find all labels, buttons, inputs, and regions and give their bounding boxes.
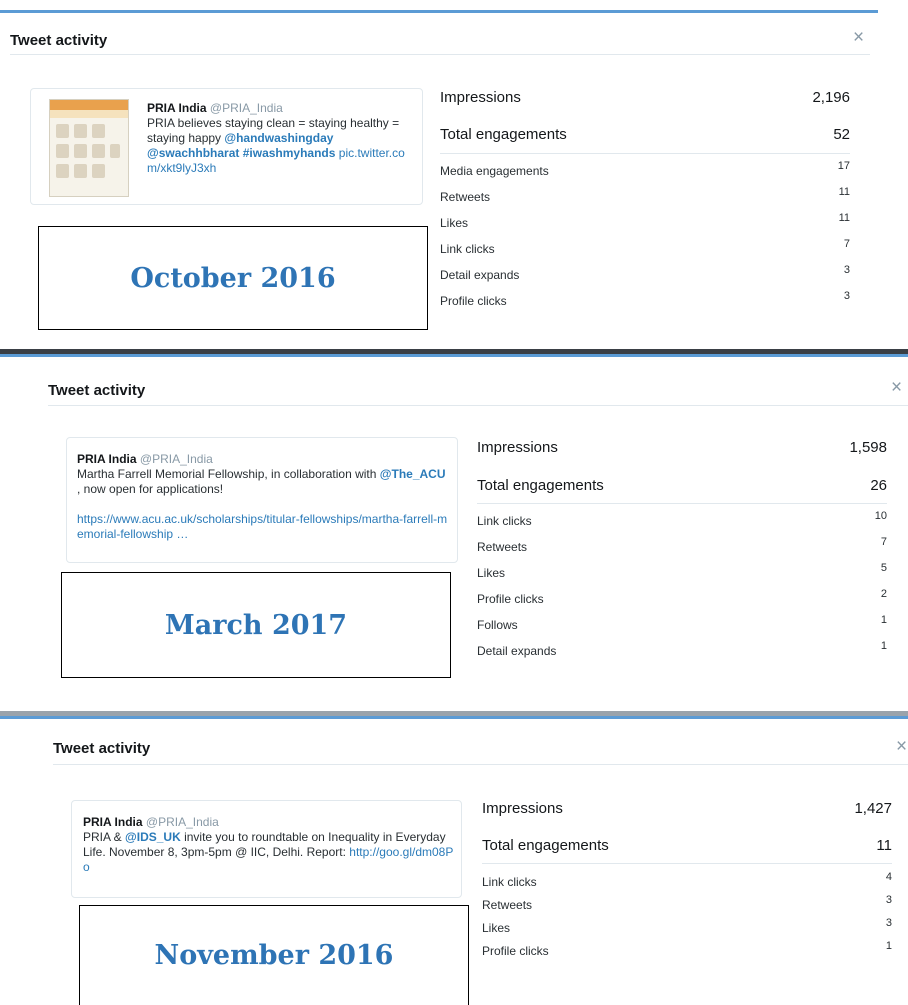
month-label-box: March 2017 (61, 572, 451, 678)
tweet-handle[interactable]: @PRIA_India (140, 452, 213, 466)
impressions-label: Impressions (482, 800, 563, 817)
breakdown-value: 3 (885, 894, 892, 906)
breakdown-label: Profile clicks (440, 294, 507, 308)
tweet-activity-panel-october: Tweet activity × PRIA India @PRIA_India … (0, 0, 908, 340)
engagements-value: 26 (870, 477, 887, 494)
panel-title: Tweet activity (10, 32, 108, 49)
breakdown-label: Retweets (440, 190, 491, 204)
title-divider (53, 764, 908, 765)
tweet-image-thumbnail[interactable] (49, 99, 129, 197)
tweet-mention-link[interactable]: #iwashmyhands (243, 146, 336, 160)
panel-top-rule (0, 354, 908, 357)
impressions-label: Impressions (477, 439, 558, 456)
breakdown-value: 1 (880, 640, 887, 652)
title-divider (10, 54, 870, 55)
tweet-mention-link[interactable]: @IDS_UK (125, 830, 181, 844)
tweet-body: PRIA India @PRIA_India Martha Farrell Me… (77, 452, 449, 542)
breakdown-label: Link clicks (477, 514, 532, 528)
tweet-mention-link[interactable]: @handwashingday (224, 131, 333, 145)
tweet-text-fragment: , now open for applications! (77, 482, 224, 496)
breakdown-label: Likes (440, 216, 469, 230)
breakdown-value: 3 (885, 917, 892, 929)
breakdown-label: Detail expands (440, 268, 520, 282)
engagements-label: Total engagements (477, 477, 604, 494)
stats-divider (482, 863, 892, 864)
tweet-mention-link[interactable]: @The_ACU (380, 467, 446, 481)
breakdown-label: Retweets (477, 540, 528, 554)
breakdown-value: 3 (843, 290, 850, 302)
breakdown-value: 17 (837, 160, 850, 172)
breakdown-value: 7 (843, 238, 850, 250)
panel-top-rule (0, 716, 908, 719)
panel-title: Tweet activity (53, 740, 151, 757)
close-icon[interactable]: × (853, 28, 864, 47)
tweet-text: PRIA & @IDS_UK invite you to roundtable … (83, 830, 455, 875)
engagements-label: Total engagements (482, 837, 609, 854)
tweet-author[interactable]: PRIA India (83, 815, 143, 829)
impressions-value: 2,196 (812, 89, 850, 106)
impressions-value: 1,427 (854, 800, 892, 817)
impressions-label: Impressions (440, 89, 521, 106)
stats-panel: Impressions 1,598 Total engagements 26 L… (477, 438, 887, 668)
tweet-handle[interactable]: @PRIA_India (146, 815, 219, 829)
breakdown-label: Detail expands (477, 644, 557, 658)
close-icon[interactable]: × (896, 737, 907, 756)
breakdown-label: Likes (477, 566, 506, 580)
breakdown-label: Link clicks (440, 242, 495, 256)
tweet-handle[interactable]: @PRIA_India (210, 101, 283, 115)
breakdown-label: Media engagements (440, 164, 549, 178)
stats-panel: Impressions 1,427 Total engagements 11 L… (482, 799, 892, 999)
title-divider (48, 405, 908, 406)
tweet-text: PRIA believes staying clean = staying he… (147, 116, 415, 176)
close-icon[interactable]: × (891, 378, 902, 397)
breakdown-label: Follows (477, 618, 518, 632)
panel-top-rule (0, 10, 878, 13)
engagements-value: 52 (833, 126, 850, 143)
stats-divider (440, 153, 850, 154)
panel-title: Tweet activity (48, 382, 146, 399)
breakdown-value: 11 (838, 212, 850, 224)
tweet-activity-panel-march: Tweet activity × PRIA India @PRIA_India … (0, 349, 908, 694)
stats-divider (477, 503, 887, 504)
breakdown-value: 1 (885, 940, 892, 952)
month-label: October 2016 (130, 262, 336, 294)
tweet-text-fragment: PRIA & (83, 830, 126, 844)
engagements-label: Total engagements (440, 126, 567, 143)
breakdown-value: 1 (880, 614, 887, 626)
tweet-card[interactable]: PRIA India @PRIA_India Martha Farrell Me… (66, 437, 458, 563)
tweet-url-link[interactable]: https://www.acu.ac.uk/scholarships/titul… (77, 512, 447, 541)
tweet-card[interactable]: PRIA India @PRIA_India PRIA & @IDS_UK in… (71, 800, 462, 898)
month-label-box: November 2016 (79, 905, 469, 1005)
tweet-text: Martha Farrell Memorial Fellowship, in c… (77, 467, 449, 542)
tweet-body: PRIA India @PRIA_India PRIA believes sta… (147, 101, 415, 176)
engagements-value: 11 (876, 837, 892, 854)
breakdown-label: Retweets (482, 898, 533, 912)
tweet-author[interactable]: PRIA India (147, 101, 207, 115)
breakdown-label: Profile clicks (477, 592, 544, 606)
tweet-body: PRIA India @PRIA_India PRIA & @IDS_UK in… (83, 815, 455, 875)
breakdown-label: Profile clicks (482, 944, 549, 958)
breakdown-label: Likes (482, 921, 511, 935)
month-label-box: October 2016 (38, 226, 428, 330)
month-label: November 2016 (154, 940, 394, 971)
breakdown-value: 7 (880, 536, 887, 548)
tweet-author[interactable]: PRIA India (77, 452, 137, 466)
tweet-mention-link[interactable]: @swachhbharat (147, 146, 239, 160)
impressions-value: 1,598 (849, 439, 887, 456)
tweet-activity-panel-november: Tweet activity × PRIA India @PRIA_India … (0, 711, 908, 1005)
breakdown-value: 3 (843, 264, 850, 276)
tweet-text-fragment: Martha Farrell Memorial Fellowship, in c… (77, 467, 380, 481)
breakdown-value: 11 (838, 186, 850, 198)
month-label: March 2017 (164, 609, 348, 641)
tweet-card[interactable]: PRIA India @PRIA_India PRIA believes sta… (30, 88, 423, 205)
breakdown-value: 2 (880, 588, 887, 600)
breakdown-label: Link clicks (482, 875, 537, 889)
breakdown-value: 10 (874, 510, 887, 522)
breakdown-value: 5 (880, 562, 887, 574)
breakdown-value: 4 (885, 871, 892, 883)
stats-panel: Impressions 2,196 Total engagements 52 M… (440, 88, 850, 318)
